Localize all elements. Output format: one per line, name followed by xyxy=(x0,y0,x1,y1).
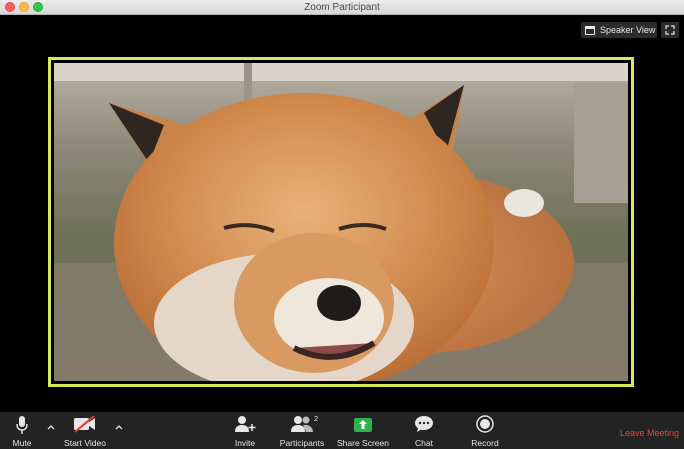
video-camera-off-icon xyxy=(74,415,95,433)
speaker-view-button[interactable]: Speaker View xyxy=(581,22,657,38)
mute-button[interactable]: Mute xyxy=(4,412,40,449)
audio-options-chevron-up-icon[interactable] xyxy=(46,422,56,432)
participant-video-feed xyxy=(54,63,628,381)
record-button[interactable]: Record xyxy=(468,412,502,449)
record-icon xyxy=(476,415,494,433)
title-bar: Zoom Participant xyxy=(0,0,684,15)
meeting-stage: Speaker View xyxy=(0,15,684,412)
participants-icon xyxy=(291,416,313,432)
participants-label: Participants xyxy=(279,438,325,448)
share-screen-icon xyxy=(354,418,372,432)
video-options-chevron-up-icon[interactable] xyxy=(114,422,124,432)
share-screen-label: Share Screen xyxy=(337,438,389,448)
leave-meeting-button[interactable]: Leave Meeting xyxy=(620,428,679,438)
start-video-label: Start Video xyxy=(64,438,106,448)
speaker-view-icon xyxy=(585,25,595,35)
add-person-icon xyxy=(235,416,256,432)
speaker-view-label: Speaker View xyxy=(600,25,656,35)
share-screen-button[interactable]: Share Screen xyxy=(336,412,390,449)
participants-count-badge: 2 xyxy=(314,414,319,423)
microphone-icon xyxy=(16,416,28,434)
record-label: Record xyxy=(471,438,499,448)
invite-label: Invite xyxy=(234,438,256,448)
start-video-button[interactable]: Start Video xyxy=(60,412,110,449)
fox-video-image xyxy=(54,63,628,381)
meeting-toolbar: Mute Start Video Invite 2 Participants S… xyxy=(0,412,684,449)
chat-label: Chat xyxy=(415,438,433,448)
chat-bubble-icon xyxy=(415,416,433,432)
chat-button[interactable]: Chat xyxy=(410,412,438,449)
active-speaker-video xyxy=(48,57,634,387)
mute-label: Mute xyxy=(12,438,32,448)
participants-button[interactable]: 2 Participants xyxy=(276,412,328,449)
fullscreen-icon xyxy=(665,25,675,35)
fullscreen-button[interactable] xyxy=(661,22,679,38)
window-title: Zoom Participant xyxy=(304,2,380,13)
invite-button[interactable]: Invite xyxy=(228,412,262,449)
